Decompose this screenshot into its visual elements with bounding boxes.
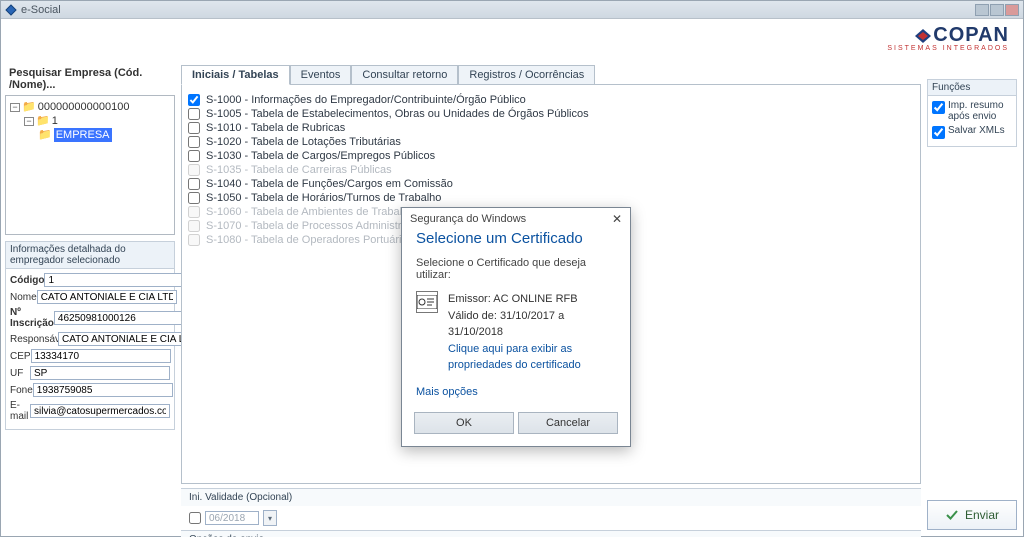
certificate-properties-link[interactable]: Clique aqui para exibir as propriedades … <box>448 341 616 374</box>
validade-check[interactable] <box>189 512 201 524</box>
event-check-s1030[interactable] <box>188 150 200 162</box>
cancel-button[interactable]: Cancelar <box>518 412 618 434</box>
event-check-s1035 <box>188 164 200 176</box>
event-check-s1040[interactable] <box>188 178 200 190</box>
event-check-s1000[interactable] <box>188 94 200 106</box>
inscricao-field[interactable] <box>54 311 194 325</box>
email-field[interactable] <box>30 404 170 418</box>
maximize-button[interactable] <box>990 4 1004 16</box>
fn-imp-resumo[interactable] <box>932 101 945 114</box>
event-check-s1005[interactable] <box>188 108 200 120</box>
close-button[interactable] <box>1005 4 1019 16</box>
validade-dropdown[interactable]: ▾ <box>263 510 277 526</box>
event-check-s1060 <box>188 206 200 218</box>
app-window: e-Social COPAN SISTEMAS INTEGRADOS Pesqu… <box>0 0 1024 537</box>
nome-field[interactable] <box>37 290 177 304</box>
titlebar: e-Social <box>1 1 1023 19</box>
company-tree[interactable]: −📁000000000000100 −📁1 📁EMPRESA <box>5 95 175 235</box>
responsavel-field[interactable] <box>58 332 198 346</box>
tab-consultar[interactable]: Consultar retorno <box>351 65 458 85</box>
fone-field[interactable] <box>33 383 173 397</box>
dialog-title: Segurança do Windows <box>410 213 526 225</box>
minimize-button[interactable] <box>975 4 989 16</box>
validade-header: Ini. Validade (Opcional) <box>181 488 921 506</box>
validade-field[interactable] <box>205 511 259 525</box>
details-header: Informações detalhada do empregador sele… <box>5 241 175 268</box>
dialog-prompt: Selecione o Certificado que deseja utili… <box>402 253 630 291</box>
send-button[interactable]: Enviar <box>927 500 1017 530</box>
employer-details: Código Nome Nº Inscrição Responsável CEP… <box>5 268 175 430</box>
tab-iniciais[interactable]: Iniciais / Tabelas <box>181 65 290 85</box>
tree-item-selected[interactable]: EMPRESA <box>54 128 112 142</box>
event-check-s1070 <box>188 220 200 232</box>
dialog-heading: Selecione um Certificado <box>402 230 630 253</box>
ok-button[interactable]: OK <box>414 412 514 434</box>
tab-eventos[interactable]: Eventos <box>290 65 352 85</box>
check-icon <box>945 508 959 522</box>
certificate-dialog: Segurança do Windows ✕ Selecione um Cert… <box>401 207 631 447</box>
functions-header: Funções <box>927 79 1017 95</box>
certificate-item[interactable]: Emissor: AC ONLINE RFB Válido de: 31/10/… <box>402 291 630 374</box>
event-check-s1050[interactable] <box>188 192 200 204</box>
window-title: e-Social <box>21 4 61 16</box>
brand-logo: COPAN SISTEMAS INTEGRADOS <box>887 25 1009 52</box>
tab-registros[interactable]: Registros / Ocorrências <box>458 65 595 85</box>
certificate-icon <box>416 291 438 313</box>
event-check-s1010[interactable] <box>188 122 200 134</box>
event-check-s1020[interactable] <box>188 136 200 148</box>
event-check-s1080 <box>188 234 200 246</box>
uf-field[interactable] <box>30 366 170 380</box>
main-tabs: Iniciais / Tabelas Eventos Consultar ret… <box>181 65 921 85</box>
cep-field[interactable] <box>31 349 171 363</box>
dialog-close-button[interactable]: ✕ <box>612 212 622 226</box>
app-icon <box>5 4 17 16</box>
more-options-link[interactable]: Mais opções <box>402 374 630 404</box>
envio-header: Opções de envio <box>181 531 921 537</box>
search-label: Pesquisar Empresa (Cód. /Nome)... <box>5 67 175 91</box>
fn-salvar-xml[interactable] <box>932 126 945 139</box>
codigo-field[interactable] <box>44 273 184 287</box>
